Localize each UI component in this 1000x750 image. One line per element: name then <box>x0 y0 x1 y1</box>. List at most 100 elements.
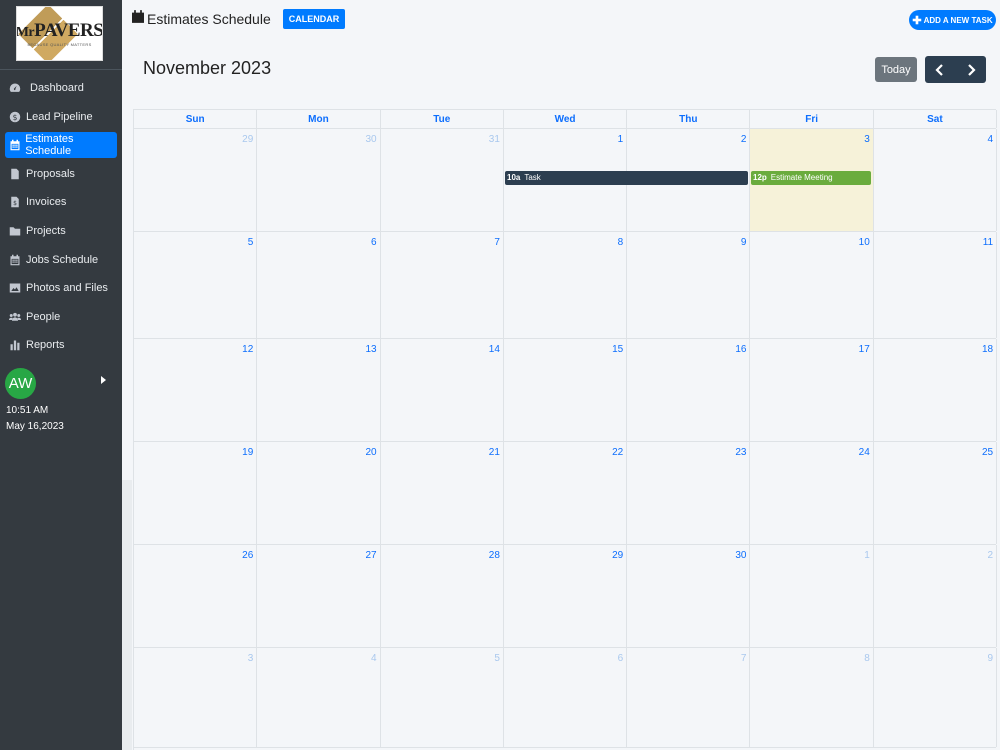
day-number[interactable]: 30 <box>365 134 376 145</box>
day-number[interactable]: 22 <box>612 447 623 458</box>
today-button[interactable]: Today <box>875 57 917 82</box>
calendar-day-cell[interactable]: 29 <box>134 129 258 231</box>
day-number[interactable]: 29 <box>242 134 253 145</box>
day-number[interactable]: 9 <box>988 653 994 664</box>
calendar-day-cell[interactable]: 9 <box>627 232 751 338</box>
calendar-event-estimate-meeting[interactable]: 12p Estimate Meeting <box>751 171 871 185</box>
calendar-day-cell[interactable]: 7 <box>627 648 751 747</box>
sidebar-item-people[interactable]: People <box>5 304 117 330</box>
calendar-day-cell[interactable]: 29 <box>504 545 628 647</box>
day-number[interactable]: 8 <box>864 653 870 664</box>
day-number[interactable]: 5 <box>494 653 500 664</box>
calendar-day-cell[interactable]: 20 <box>257 442 381 544</box>
day-number[interactable]: 31 <box>489 134 500 145</box>
calendar-day-cell[interactable]: 7 <box>381 232 504 338</box>
day-number[interactable]: 6 <box>618 653 624 664</box>
sidebar-item-reports[interactable]: Reports <box>5 332 117 358</box>
sidebar-item-photos-and-files[interactable]: Photos and Files <box>5 275 117 301</box>
scrollbar-track[interactable] <box>122 480 132 750</box>
add-new-task-button[interactable]: ✚ ADD A NEW TASK <box>909 10 996 30</box>
day-number[interactable]: 25 <box>982 447 993 458</box>
caret-right-icon[interactable] <box>101 376 106 384</box>
calendar-day-cell[interactable]: 22 <box>504 442 628 544</box>
day-number[interactable]: 23 <box>735 447 746 458</box>
day-number[interactable]: 28 <box>489 550 500 561</box>
calendar-day-cell[interactable]: 23 <box>627 442 751 544</box>
calendar-day-cell[interactable]: 27 <box>257 545 381 647</box>
calendar-event-task[interactable]: 10a Task <box>505 171 748 185</box>
avatar[interactable]: AW <box>5 368 36 399</box>
calendar-day-cell[interactable]: 11 <box>874 232 998 338</box>
day-number[interactable]: 16 <box>735 344 746 355</box>
calendar-day-cell[interactable]: 4 <box>874 129 998 231</box>
calendar-day-cell[interactable]: 10 <box>750 232 874 338</box>
calendar-day-cell[interactable]: 4 <box>257 648 381 747</box>
calendar-day-cell[interactable]: 5 <box>134 232 258 338</box>
day-number[interactable]: 27 <box>365 550 376 561</box>
calendar-day-cell[interactable]: 30 <box>257 129 381 231</box>
calendar-day-cell[interactable]: 30 <box>627 545 751 647</box>
calendar-day-cell[interactable]: 19 <box>134 442 258 544</box>
calendar-day-cell[interactable]: 18 <box>874 339 998 441</box>
day-number[interactable]: 7 <box>741 653 747 664</box>
calendar-day-cell[interactable]: 6 <box>257 232 381 338</box>
calendar-day-cell[interactable]: 24 <box>750 442 874 544</box>
day-number[interactable]: 9 <box>741 237 747 248</box>
day-number[interactable]: 1 <box>618 134 624 145</box>
day-number[interactable]: 29 <box>612 550 623 561</box>
sidebar-item-projects[interactable]: Projects <box>5 218 117 244</box>
day-number[interactable]: 14 <box>489 344 500 355</box>
sidebar-item-estimates-schedule[interactable]: Estimates Schedule <box>5 132 117 159</box>
day-number[interactable]: 24 <box>859 447 870 458</box>
calendar-day-cell[interactable]: 8 <box>750 648 874 747</box>
calendar-day-cell[interactable]: 26 <box>134 545 258 647</box>
calendar-day-cell[interactable]: 3 <box>134 648 258 747</box>
calendar-day-cell[interactable]: 1 <box>750 545 874 647</box>
day-number[interactable]: 7 <box>494 237 500 248</box>
sidebar-item-proposals[interactable]: Proposals <box>5 161 117 187</box>
day-number[interactable]: 4 <box>371 653 377 664</box>
prev-month-button[interactable] <box>925 56 956 83</box>
calendar-day-cell[interactable]: 6 <box>504 648 628 747</box>
calendar-day-cell[interactable]: 5 <box>381 648 504 747</box>
calendar-day-cell[interactable]: 8 <box>504 232 628 338</box>
calendar-day-cell[interactable]: 17 <box>750 339 874 441</box>
calendar-day-cell[interactable]: 9 <box>874 648 998 747</box>
calendar-day-cell[interactable]: 15 <box>504 339 628 441</box>
company-logo[interactable]: MrPAVERS BECAUSE QUALITY MATTERS <box>16 6 103 61</box>
calendar-day-cell[interactable]: 21 <box>381 442 504 544</box>
day-number[interactable]: 3 <box>864 134 870 145</box>
sidebar-item-lead-pipeline[interactable]: $ Lead Pipeline <box>5 104 117 130</box>
day-number[interactable]: 3 <box>248 653 254 664</box>
next-month-button[interactable] <box>956 56 987 83</box>
day-number[interactable]: 15 <box>612 344 623 355</box>
day-number[interactable]: 19 <box>242 447 253 458</box>
calendar-day-cell[interactable]: 2 <box>874 545 998 647</box>
day-number[interactable]: 17 <box>859 344 870 355</box>
day-number[interactable]: 4 <box>988 134 994 145</box>
calendar-day-cell[interactable]: 13 <box>257 339 381 441</box>
calendar-day-cell[interactable]: 14 <box>381 339 504 441</box>
day-number[interactable]: 13 <box>365 344 376 355</box>
sidebar-item-invoices[interactable]: $ Invoices <box>5 189 117 215</box>
day-number[interactable]: 18 <box>982 344 993 355</box>
sidebar-item-dashboard[interactable]: Dashboard <box>5 75 117 101</box>
day-number[interactable]: 21 <box>489 447 500 458</box>
day-number[interactable]: 2 <box>741 134 747 145</box>
day-number[interactable]: 12 <box>242 344 253 355</box>
day-number[interactable]: 30 <box>735 550 746 561</box>
day-number[interactable]: 1 <box>864 550 870 561</box>
calendar-day-cell[interactable]: 12 <box>134 339 258 441</box>
day-number[interactable]: 26 <box>242 550 253 561</box>
day-number[interactable]: 10 <box>859 237 870 248</box>
calendar-day-cell[interactable]: 25 <box>874 442 998 544</box>
calendar-view-button[interactable]: CALENDAR <box>282 9 346 29</box>
calendar-day-cell[interactable]: 31 <box>381 129 504 231</box>
day-number[interactable]: 2 <box>988 550 994 561</box>
sidebar-item-jobs-schedule[interactable]: Jobs Schedule <box>5 247 117 273</box>
day-number[interactable]: 5 <box>248 237 254 248</box>
day-number[interactable]: 11 <box>983 237 993 248</box>
calendar-day-cell[interactable]: 28 <box>381 545 504 647</box>
day-number[interactable]: 20 <box>365 447 376 458</box>
day-number[interactable]: 6 <box>371 237 377 248</box>
